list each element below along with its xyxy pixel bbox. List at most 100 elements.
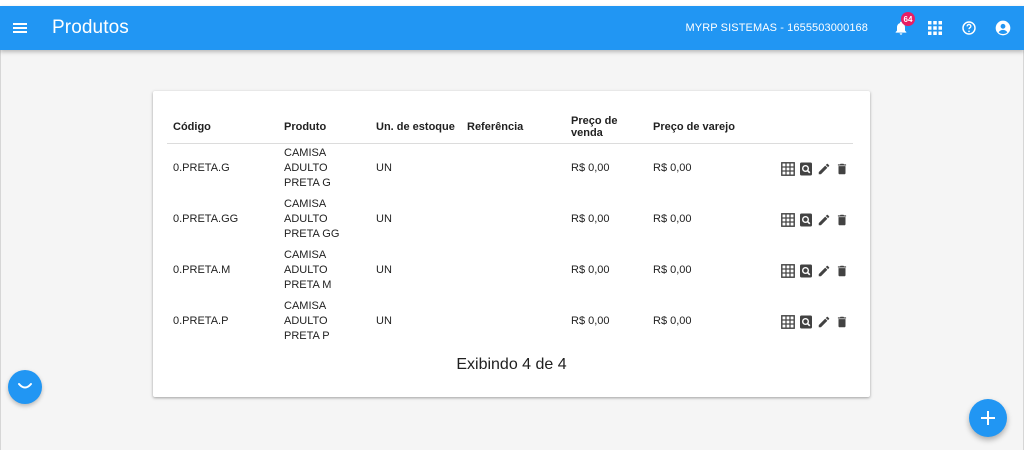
grid-button[interactable] — [781, 314, 795, 329]
account-button[interactable] — [986, 6, 1020, 50]
cell-actions — [767, 245, 853, 296]
cell-preco-varejo: R$ 0,00 — [653, 315, 692, 327]
grid-table-icon — [781, 161, 795, 176]
notification-badge: 64 — [901, 12, 915, 26]
add-product-button[interactable] — [969, 399, 1007, 437]
row-actions — [773, 161, 853, 176]
page-title: Produtos — [52, 17, 129, 38]
view-details-button[interactable] — [799, 162, 813, 176]
delete-trash-icon — [837, 316, 847, 327]
cell-produto: CAMISA ADULTO PRETA GG — [278, 194, 370, 245]
menu-button[interactable] — [2, 6, 38, 50]
product-name-line: CAMISA ADULTO — [284, 249, 328, 276]
search-document-icon — [800, 213, 812, 226]
edit-pencil-icon — [818, 265, 830, 276]
delete-button[interactable] — [835, 264, 849, 278]
delete-button[interactable] — [835, 213, 849, 227]
grid-table-icon — [781, 212, 795, 227]
header-preco-venda[interactable]: Preço de venda — [565, 111, 647, 144]
plus-icon — [981, 411, 995, 425]
cell-codigo: 0.PRETA.P — [173, 315, 229, 327]
cell-referencia — [461, 245, 565, 296]
cell-codigo: 0.PRETA.G — [173, 162, 230, 175]
search-document-icon — [800, 162, 812, 176]
table-header-row: Código Produto Un. de estoque Referência… — [167, 111, 853, 144]
appbar-actions: MYRP SISTEMAS - 1655503000168 64 — [686, 6, 1024, 50]
cell-produto: CAMISA ADULTO PRETA G — [278, 143, 370, 194]
edit-button[interactable] — [817, 315, 831, 329]
cell-codigo: 0.PRETA.M — [173, 264, 231, 276]
cell-referencia — [461, 194, 565, 245]
header-codigo[interactable]: Código — [167, 111, 278, 144]
grid-button[interactable] — [781, 161, 795, 176]
cell-produto: CAMISA ADULTO PRETA P — [278, 296, 370, 347]
products-table: Código Produto Un. de estoque Referência… — [167, 111, 853, 347]
edit-button[interactable] — [817, 162, 831, 176]
cell-preco-varejo: R$ 0,00 — [653, 213, 692, 225]
edit-button[interactable] — [817, 213, 831, 227]
header-referencia[interactable]: Referência — [461, 111, 565, 144]
products-card: Código Produto Un. de estoque Referência… — [153, 91, 870, 397]
chat-button[interactable] — [8, 370, 42, 404]
menu-icon — [13, 23, 27, 33]
edit-pencil-icon — [818, 214, 830, 225]
apps-grid-icon — [928, 21, 942, 35]
help-button[interactable] — [952, 6, 986, 50]
view-details-button[interactable] — [799, 264, 813, 278]
product-name-line: CAMISA ADULTO — [284, 198, 328, 225]
row-actions — [773, 263, 853, 278]
grid-table-icon — [781, 263, 795, 278]
pagination-summary: Exibindo 4 de 4 — [456, 356, 567, 373]
view-details-button[interactable] — [799, 315, 813, 329]
search-document-icon — [800, 315, 812, 328]
help-icon — [962, 21, 976, 35]
cell-preco-venda: R$ 0,00 — [571, 264, 610, 276]
notifications-button[interactable]: 64 — [884, 6, 918, 50]
cell-preco-venda: R$ 0,00 — [571, 213, 610, 225]
cell-actions — [767, 194, 853, 245]
cell-unidade: UN — [376, 162, 392, 175]
chat-icon — [18, 383, 32, 389]
product-name-line: PRETA GG — [284, 228, 340, 240]
table-row[interactable]: 0.PRETA.M CAMISA ADULTO PRETA M UN R$ 0,00 R$… — [167, 245, 853, 296]
table-body: 0.PRETA.G CAMISA ADULTO PRETA G UN R$ 0,00 R$… — [167, 143, 853, 347]
delete-button[interactable] — [835, 162, 849, 176]
product-name-line: CAMISA ADULTO — [284, 300, 328, 327]
row-actions — [773, 212, 853, 227]
delete-trash-icon — [837, 163, 847, 174]
apps-button[interactable] — [918, 6, 952, 50]
cell-produto: CAMISA ADULTO PRETA M — [278, 245, 370, 296]
table-row[interactable]: 0.PRETA.P CAMISA ADULTO PRETA P UN R$ 0,00 R$… — [167, 296, 853, 347]
cell-referencia — [461, 143, 565, 194]
search-document-icon — [800, 264, 812, 277]
cell-unidade: UN — [376, 315, 392, 327]
delete-trash-icon — [837, 265, 847, 276]
cell-preco-venda: R$ 0,00 — [571, 162, 610, 175]
header-preco-varejo[interactable]: Preço de varejo — [647, 111, 767, 144]
app-bar: Produtos MYRP SISTEMAS - 1655503000168 6… — [0, 6, 1024, 50]
header-produto[interactable]: Produto — [278, 111, 370, 144]
cell-unidade: UN — [376, 213, 392, 225]
grid-table-icon — [781, 314, 795, 329]
delete-trash-icon — [837, 214, 847, 225]
cell-referencia — [461, 296, 565, 347]
cell-preco-varejo: R$ 0,00 — [653, 162, 692, 175]
cell-unidade: UN — [376, 264, 392, 276]
edit-button[interactable] — [817, 264, 831, 278]
table-row[interactable]: 0.PRETA.G CAMISA ADULTO PRETA G UN R$ 0,00 R$… — [167, 143, 853, 194]
company-name: MYRP SISTEMAS - 1655503000168 — [685, 22, 868, 34]
edit-pencil-icon — [818, 163, 830, 174]
cell-codigo: 0.PRETA.GG — [173, 213, 239, 225]
delete-button[interactable] — [835, 315, 849, 329]
table-row[interactable]: 0.PRETA.GG CAMISA ADULTO PRETA GG UN R$ 0,00… — [167, 194, 853, 245]
view-details-button[interactable] — [799, 213, 813, 227]
grid-button[interactable] — [781, 212, 795, 227]
product-name-line: PRETA P — [284, 330, 330, 342]
cell-actions — [767, 143, 853, 194]
header-unidade[interactable]: Un. de estoque — [370, 111, 461, 144]
cell-preco-varejo: R$ 0,00 — [653, 264, 692, 276]
grid-button[interactable] — [781, 263, 795, 278]
product-name-line: PRETA G — [284, 177, 331, 190]
cell-preco-venda: R$ 0,00 — [571, 315, 610, 327]
product-name-line: PRETA M — [284, 279, 332, 291]
